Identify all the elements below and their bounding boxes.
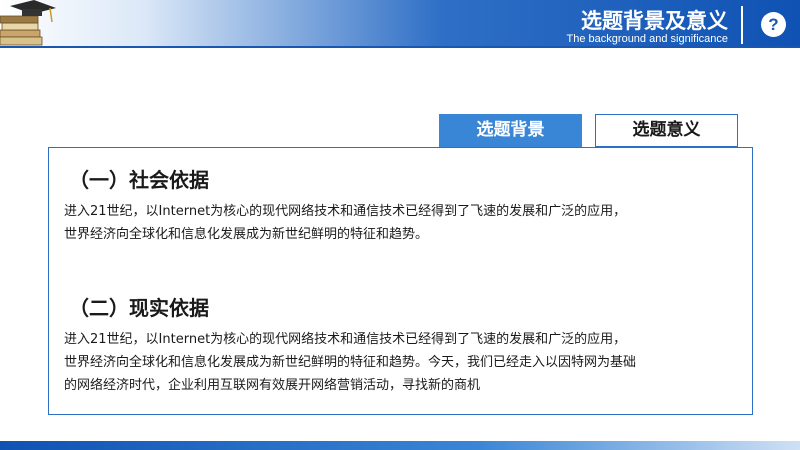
tab-background[interactable]: 选题背景 — [439, 114, 582, 147]
paragraph-line: 世界经济向全球化和信息化发展成为新世纪鲜明的特征和趋势。 — [64, 227, 429, 242]
section-paragraph-reality: 进入21世纪，以Internet为核心的现代网络技术和通信技术已经得到了飞速的发… — [64, 328, 744, 397]
section-heading-social: （一）社会依据 — [69, 168, 209, 192]
page-title: 选题背景及意义 — [581, 9, 728, 33]
section-heading-reality: （二）现实依据 — [69, 296, 209, 320]
page-subtitle: The background and significance — [566, 33, 728, 45]
content-panel: （一）社会依据 进入21世纪，以Internet为核心的现代网络技术和通信技术已… — [48, 147, 753, 415]
question-mark-icon[interactable]: ? — [761, 12, 786, 37]
tab-significance[interactable]: 选题意义 — [595, 114, 738, 147]
paragraph-line: 进入21世纪，以Internet为核心的现代网络技术和通信技术已经得到了飞速的发… — [64, 332, 627, 347]
header-divider — [741, 6, 743, 44]
paragraph-line: 的网络经济时代，企业利用互联网有效展开网络营销活动，寻找新的商机 — [64, 378, 481, 393]
books-graduation-cap-icon — [0, 0, 56, 46]
paragraph-line: 进入21世纪，以Internet为核心的现代网络技术和通信技术已经得到了飞速的发… — [64, 204, 627, 219]
section-paragraph-social: 进入21世纪，以Internet为核心的现代网络技术和通信技术已经得到了飞速的发… — [64, 200, 744, 246]
header-bar: 选题背景及意义 The background and significance … — [0, 0, 800, 48]
footer-bar — [0, 441, 800, 450]
paragraph-line: 世界经济向全球化和信息化发展成为新世纪鲜明的特征和趋势。今天，我们已经走入以因特… — [64, 355, 637, 370]
